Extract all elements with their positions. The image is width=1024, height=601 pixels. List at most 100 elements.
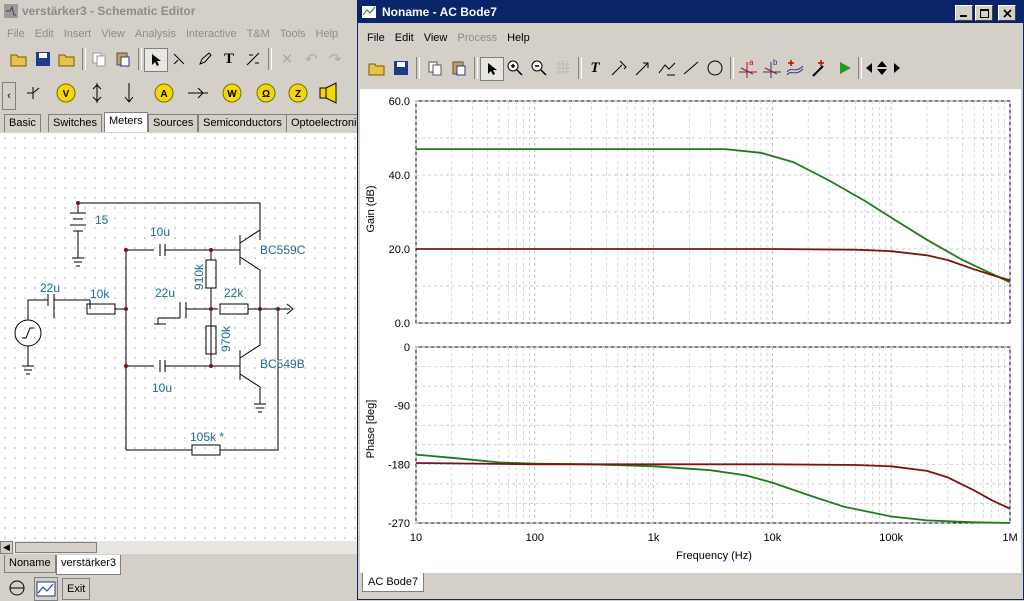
sch-menu-analysis[interactable]: Analysis [130,24,181,44]
close-button[interactable] [998,5,1016,21]
curve-label-icon[interactable] [656,57,678,79]
voltmeter-icon[interactable]: V [54,82,76,104]
xtick-label: 100k [879,532,903,544]
document-tab-1[interactable]: verstärker3 [56,555,122,575]
minimize-button[interactable] [955,5,973,21]
sch-menu-edit[interactable]: Edit [30,24,59,44]
step-updown-icon[interactable] [874,57,890,79]
cmid-label: 22u [155,286,175,300]
bode-select-arrow-icon[interactable] [480,57,504,81]
bode-title: Noname - AC Bode7 [382,5,497,19]
bode-save-icon[interactable] [390,57,412,79]
annotate-icon[interactable] [608,57,630,79]
bode-menu-view[interactable]: View [419,28,453,48]
ytick-label: 40.0 [389,170,410,182]
sch-menu-help[interactable]: Help [311,24,344,44]
ohmmeter-icon[interactable]: Ω [254,82,276,104]
bode-text-icon[interactable]: T [584,57,606,79]
impedance-meter-icon[interactable]: Z [286,82,308,104]
zoom-out-icon[interactable] [528,57,550,79]
grid-icon[interactable] [552,57,574,79]
delete-icon[interactable]: ✕ [276,48,298,70]
copy-icon[interactable] [88,48,110,70]
sch-menu-file[interactable]: File [2,24,30,44]
run-play-icon[interactable] [834,57,856,79]
document-tab-0[interactable]: Noname [4,555,56,573]
bode-menu-edit[interactable]: Edit [390,28,419,48]
schematic-title-bar: verstärker3 - Schematic Editor [0,0,358,22]
schematic-canvas[interactable]: 15 10u BC559C 22u 10k 22u 910k 22k 970k … [0,133,358,541]
graph-view-icon[interactable] [34,577,58,601]
tab-semiconductors[interactable]: Semiconductors [198,114,287,132]
add-curve-icon[interactable] [784,57,806,79]
probe-plus-icon[interactable] [808,57,830,79]
r970-label: 970k [219,325,233,352]
tab-sources[interactable]: Sources [148,114,199,132]
schematic-editor-window: verstärker3 - Schematic Editor File Edit I… [0,0,367,601]
cursor-a-icon[interactable]: a [736,57,758,79]
sch-menu-insert[interactable]: Insert [59,24,97,44]
bode-copy-icon[interactable] [424,57,446,79]
scroll-thumb[interactable] [15,542,97,553]
redo-icon[interactable]: ↷ [324,48,346,70]
paste-icon[interactable] [112,48,134,70]
tab-optoelectronic[interactable]: Optoelectronic [286,114,367,132]
scroll-left-icon[interactable]: ‹ [2,82,16,110]
svg-text:V: V [63,89,70,100]
q2-label: BC549B [260,357,305,371]
phase-grid [415,346,1011,524]
down-arrow-icon[interactable] [118,82,140,104]
circle-tool-icon[interactable] [704,57,726,79]
bode-menu-process[interactable]: Process [452,28,502,48]
status-toolbar: Exit [0,576,358,601]
bode-open-icon[interactable] [366,57,388,79]
bode-menu-help[interactable]: Help [502,28,535,48]
sch-menu-t-m[interactable]: T&M [242,24,275,44]
app-icon [4,4,18,18]
current-arrow-icon[interactable] [86,82,108,104]
wattmeter-icon[interactable]: W [220,82,242,104]
xtick-label: 10 [410,532,422,544]
cursor-b-icon[interactable]: b [760,57,782,79]
speaker-icon[interactable] [318,82,340,104]
sch-menu-view[interactable]: View [96,24,130,44]
maximize-button[interactable] [975,5,993,21]
ammeter-icon[interactable]: A [152,82,174,104]
zoom-in-icon[interactable] [504,57,526,79]
undo-icon[interactable]: ↶ [300,48,322,70]
circuit-view-icon[interactable] [6,577,28,599]
bode-paste-icon[interactable] [448,57,470,79]
pencil-icon[interactable] [194,48,216,70]
current-probe-icon[interactable] [186,82,208,104]
component-toolbar: ‹ V A W Ω Z [0,78,358,110]
svg-text:b: b [773,58,778,67]
open-icon[interactable] [8,48,30,70]
sch-menu-interactive[interactable]: Interactive [181,24,242,44]
frequency-axis-label: Frequency (Hz) [676,550,752,562]
arrow-annotate-icon[interactable] [632,57,654,79]
xtick-label: 10k [764,532,782,544]
bode-plot-area[interactable]: 0.0 20.0 40.0 60.0 0 -90 -180 -270 10 100 1k 10k 100… [360,89,1021,573]
tab-meters[interactable]: Meters [104,112,148,132]
exit-button[interactable]: Exit [62,578,91,600]
graph-tool-icon[interactable] [242,48,264,70]
bode-menu-file[interactable]: File [362,28,390,48]
wire-icon[interactable] [168,48,190,70]
bode-tab[interactable]: AC Bode7 [362,573,425,592]
text-tool-icon[interactable]: T [218,48,240,70]
line-tool-icon[interactable] [680,57,702,79]
horizontal-scrollbar[interactable]: ◀ [0,541,358,554]
tab-basic[interactable]: Basic [4,114,41,132]
bode-app-icon [362,6,376,18]
svg-text:A: A [160,89,167,100]
step-right-icon[interactable] [890,57,904,79]
voltage-pin-icon[interactable] [22,82,44,104]
open-project-icon[interactable] [56,48,78,70]
tab-switches[interactable]: Switches [48,114,103,132]
scroll-left-arrow-icon[interactable]: ◀ [0,541,13,554]
sch-menu-tools[interactable]: Tools [275,24,311,44]
document-tabs: Noname verstärker3 [0,555,358,575]
select-arrow-icon[interactable] [144,48,168,72]
save-icon[interactable] [32,48,54,70]
xtick-label: 100 [526,532,544,544]
